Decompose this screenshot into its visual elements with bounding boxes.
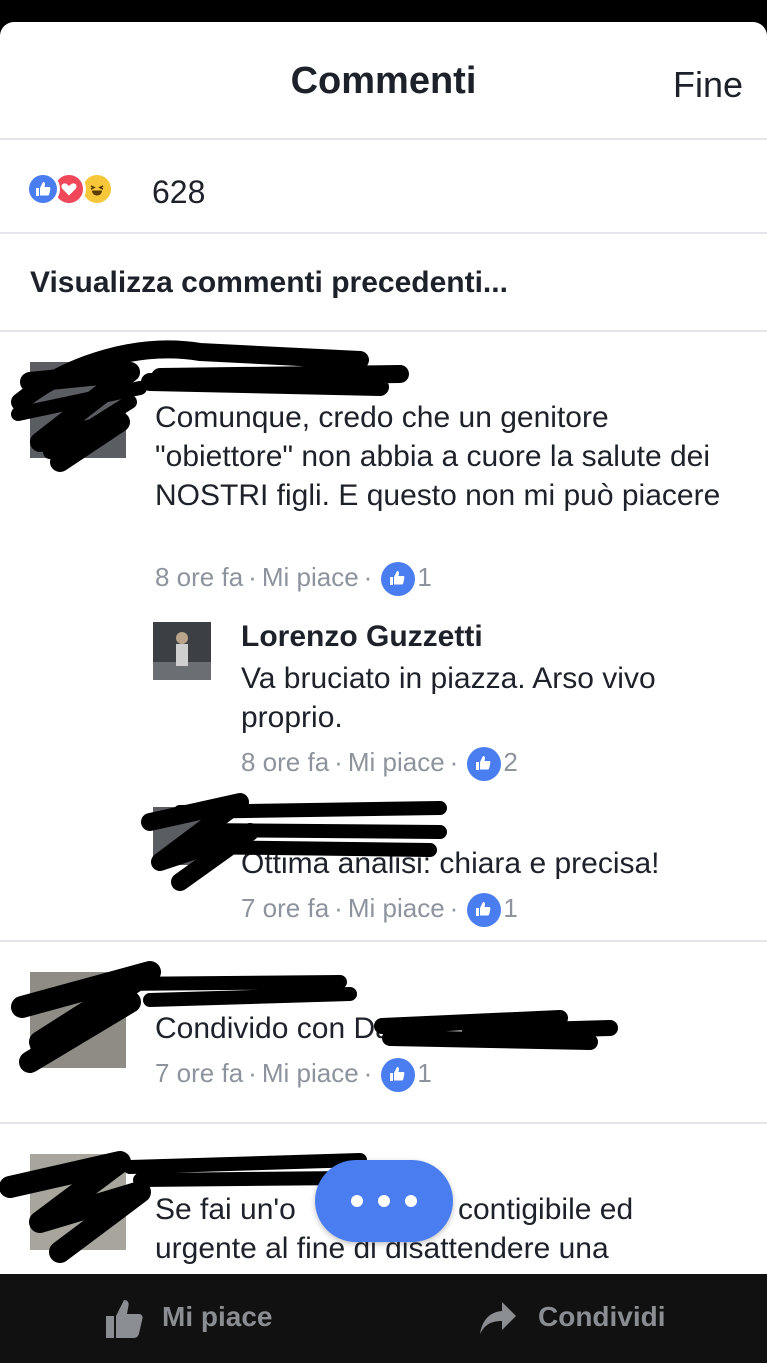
like-count: 1 [417,562,432,592]
comment-time: 7 ore fa [155,1058,244,1088]
reactions-count: 628 [152,174,206,210]
header: Commenti Fine [0,22,767,140]
comment-meta: 8 ore fa · Mi piace · 1 [155,562,432,597]
reply-text: Va bruciato in piazza. Arso vivo proprio… [241,662,656,734]
comment-text: Comunque, credo che un genitore "obietto… [155,401,721,512]
like-link[interactable]: Mi piace [348,893,445,923]
like-count-icon[interactable] [467,893,502,928]
avatar[interactable] [153,622,211,680]
view-previous-comments[interactable]: Visualizza commenti precedenti... [0,236,767,332]
dot [351,1195,363,1207]
thumbs-up-icon [106,1300,143,1338]
avatar[interactable] [153,807,211,865]
like-icon [26,172,60,206]
reply-time: 8 ore fa [241,747,330,777]
comment-text: Condivido con Da [155,1012,392,1045]
like-count: 1 [417,1058,432,1088]
like-link[interactable]: Mi piace [262,562,359,592]
reply-time: 7 ore fa [241,893,330,923]
comment-meta: 7 ore fa · Mi piace · 1 [155,1058,432,1093]
like-link[interactable]: Mi piace [348,747,445,777]
reply-meta: 7 ore fa · Mi piace · 1 [241,893,518,928]
page-title: Commenti [290,60,477,102]
bottom-action-bar: Mi piace Condividi [0,1274,767,1363]
like-count-icon[interactable] [381,562,416,597]
like-count-icon[interactable] [381,1058,416,1093]
like-count: 2 [503,747,518,777]
more-options-button[interactable] [315,1160,453,1242]
share-arrow-icon [480,1302,516,1334]
like-action-label: Mi piace [162,1301,273,1332]
avatar[interactable] [30,1154,126,1250]
reactions-summary[interactable]: 628 [0,142,767,234]
like-count: 1 [503,893,518,923]
dot [405,1195,417,1207]
comment-text-line1b: contigibile ed [458,1193,634,1226]
avatar[interactable] [30,972,126,1068]
comment-time: 8 ore fa [155,562,244,592]
share-action-label: Condividi [538,1301,666,1332]
done-button[interactable]: Fine [673,64,743,106]
dot [378,1195,390,1207]
divider [0,1122,767,1124]
view-previous-comments-label: Visualizza commenti precedenti... [30,266,508,299]
divider [0,940,767,942]
reply-author[interactable]: Lorenzo Guzzetti [241,620,483,654]
comments-sheet: Commenti Fine 628 Visualizza commenti pr… [0,22,767,1274]
like-link[interactable]: Mi piace [262,1058,359,1088]
comment-text-line1a: Se fai un'o [155,1193,296,1226]
avatar[interactable] [30,362,126,458]
like-count-icon[interactable] [467,747,502,782]
reply-meta: 8 ore fa · Mi piace · 2 [241,747,518,782]
reply-text: Ottima analisi: chiara e precisa! [241,847,660,880]
